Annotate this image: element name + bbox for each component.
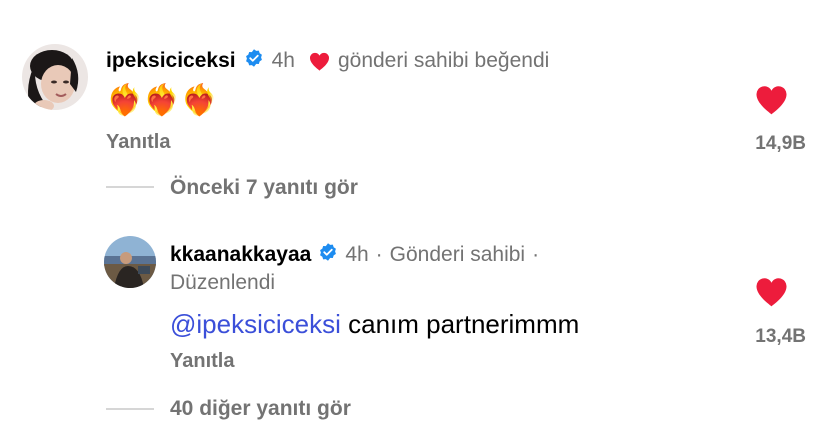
meta-separator: · [532,243,540,266]
like-count: 14,9B [755,133,806,154]
comment-text: @ipeksiciceksi canım partnerimmm [170,308,579,340]
verified-badge-icon [318,242,338,268]
avatar[interactable] [104,236,156,288]
view-more-replies-button[interactable]: 40 diğer yanıtı gör [170,396,351,422]
comment-text: ❤️‍🔥❤️‍🔥❤️‍🔥 [106,84,219,117]
replies-divider-line [106,408,154,410]
comment-time: 4h [345,243,369,266]
reply-button[interactable]: Yanıtla [170,349,234,373]
edited-label: Düzenlendi [170,271,276,294]
liked-by-author-label: gönderi sahibi beğendi [337,49,550,72]
reply-button[interactable]: Yanıtla [106,130,170,154]
mention-link[interactable]: @ipeksiciceksi [170,309,341,339]
view-previous-replies-button[interactable]: Önceki 7 yanıtı gör [170,175,358,201]
replies-divider-line [106,186,154,188]
verified-badge-icon [244,48,264,74]
meta-separator: · [375,243,383,266]
comment-username[interactable]: kkaanakkayaa [170,243,311,267]
avatar[interactable] [22,44,88,110]
like-heart-icon[interactable] [755,277,788,312]
comment-time: 4h [271,49,295,72]
like-heart-icon[interactable] [755,85,788,120]
comment-username[interactable]: ipeksiciceksi [106,49,236,73]
heart-icon [309,52,330,71]
like-count: 13,4B [755,326,806,347]
comment-body: canım partnerimmm [340,309,580,339]
author-badge: Gönderi sahibi [389,243,526,266]
